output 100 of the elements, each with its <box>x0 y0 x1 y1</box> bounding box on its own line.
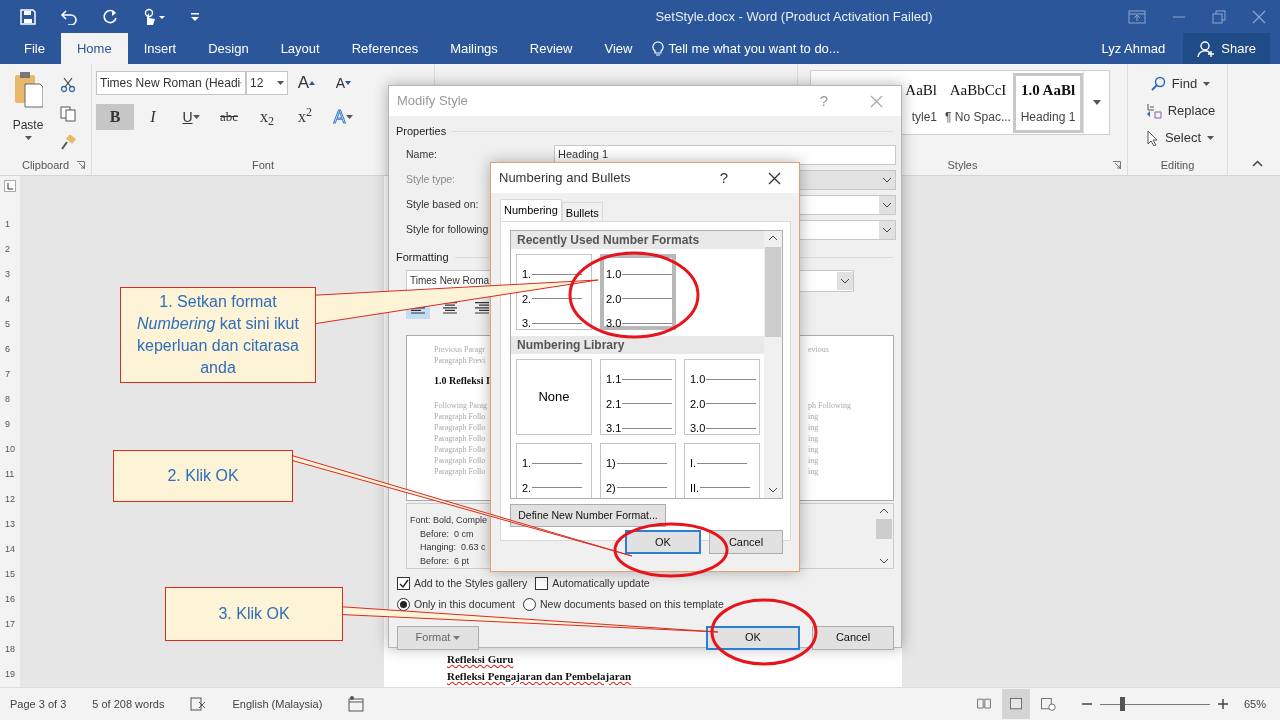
number-format-tile[interactable]: 1.1 2.1 3.1 <box>600 359 676 435</box>
ok-button[interactable]: OK <box>625 530 701 554</box>
scroll-down-icon[interactable] <box>768 487 779 493</box>
ruler-number: 9 <box>5 417 11 431</box>
touch-mode-icon[interactable] <box>142 7 166 26</box>
format-painter-icon[interactable] <box>60 134 76 151</box>
underline-button[interactable]: U <box>172 104 210 130</box>
script-button[interactable]: x$^{2}$ <box>286 104 324 130</box>
script-button[interactable]: x$_{2}$ <box>248 104 286 130</box>
ribbon-tab[interactable]: Design <box>192 33 265 64</box>
number-format-tile[interactable]: 1. 2. <box>516 443 592 498</box>
paste-button[interactable]: Paste <box>4 70 52 157</box>
dialog-tab[interactable]: Numbering <box>500 199 562 221</box>
preview-text: Previous Paragr <box>434 345 485 354</box>
find-button[interactable]: Find <box>1132 70 1223 97</box>
close-icon[interactable] <box>768 171 781 185</box>
font-name-dropdown[interactable]: Times New Roman (Headi <box>96 71 246 95</box>
help-button[interactable]: ? <box>713 165 734 191</box>
ribbon-tab[interactable]: Home <box>60 33 128 64</box>
macro-record-icon[interactable] <box>348 696 365 712</box>
input-field[interactable]: Heading 1 <box>554 144 896 165</box>
caret-icon <box>192 115 200 119</box>
ruler-number: 19 <box>5 667 15 681</box>
checkbox[interactable]: Automatically update <box>535 576 650 592</box>
italic-button[interactable]: I <box>134 104 172 130</box>
scrollbar-thumb[interactable] <box>765 247 782 337</box>
collapse-ribbon-icon[interactable] <box>1252 160 1263 167</box>
scroll-up-icon[interactable] <box>879 508 889 514</box>
grow-font-button[interactable]: A <box>288 70 325 96</box>
ribbon-tab[interactable]: Insert <box>127 33 193 64</box>
number-format-tile[interactable]: I. II. <box>684 443 760 498</box>
callout-text: 3. Klik OK <box>165 587 343 641</box>
ribbon-tab[interactable]: Mailings <box>434 33 514 64</box>
ok-button[interactable]: OK <box>706 625 800 650</box>
language-indicator[interactable]: English (Malaysia) <box>232 695 323 713</box>
scissors-icon[interactable] <box>60 76 76 93</box>
undo-icon[interactable] <box>60 8 78 25</box>
copy-icon[interactable] <box>60 105 76 122</box>
number-format-tile[interactable]: None <box>516 359 592 435</box>
preview-text: Paragraph Previ <box>434 356 486 365</box>
customize-caret-icon[interactable] <box>190 11 200 22</box>
tab-selector-icon[interactable] <box>4 180 16 192</box>
scrollbar-thumb[interactable] <box>876 519 892 539</box>
pointer-icon <box>1146 129 1159 146</box>
caret-icon <box>1203 81 1211 86</box>
callout-text: 1. Setkan format Numbering kat sini ikut keperluan dan citarasa anda <box>120 287 316 383</box>
checkbox[interactable]: Add to the Styles gallery <box>397 576 528 592</box>
strikethrough-button[interactable]: abc <box>210 104 248 130</box>
dialog-tab[interactable]: Bullets <box>561 202 603 221</box>
proofing-icon[interactable] <box>190 697 207 711</box>
font-size-dropdown[interactable]: 12 <box>246 71 288 95</box>
callout-text: 2. Klik OK <box>113 450 293 502</box>
ribbon-tab[interactable]: View <box>588 33 649 64</box>
view-button[interactable] <box>1001 689 1030 719</box>
dialog-launcher-icon[interactable] <box>77 161 85 169</box>
scroll-down-icon[interactable] <box>879 558 889 564</box>
ruler-number: 14 <box>5 542 15 556</box>
scroll-up-icon[interactable] <box>768 235 779 241</box>
number-format-tile[interactable]: 1.0 2.0 3.0 <box>684 359 760 435</box>
replace-button[interactable]: Replace <box>1132 97 1223 124</box>
preview-text: ing <box>808 455 819 466</box>
preview-text: Paragraph Follo <box>434 434 486 443</box>
more-styles-icon[interactable] <box>1092 100 1101 105</box>
replace-icon <box>1145 102 1162 119</box>
bold-button[interactable]: B <box>96 104 134 130</box>
number-format-tile[interactable]: 1) 2) <box>600 443 676 498</box>
zoom-in-icon[interactable] <box>1217 699 1228 709</box>
number-format-tile[interactable]: 1.0 2.0 3.0 <box>600 254 676 330</box>
ribbon-tab[interactable]: Review <box>513 33 589 64</box>
field-label: Style type: <box>406 172 456 185</box>
share-button[interactable]: Share <box>1183 33 1270 64</box>
select-button[interactable]: Select <box>1132 124 1223 151</box>
shrink-font-button[interactable]: A <box>325 70 362 96</box>
style-gallery-item[interactable]: 1.0 AaBl Heading 1 <box>1013 72 1083 133</box>
ruler-number: 7 <box>5 367 11 381</box>
up-caret-icon <box>309 81 316 85</box>
format-button[interactable]: Format <box>397 625 479 650</box>
cancel-button[interactable]: Cancel <box>812 625 894 650</box>
user-name[interactable]: Lyz Ahmad <box>1101 33 1184 64</box>
ruler-number: 13 <box>5 517 15 531</box>
page-count[interactable]: Page 3 of 3 <box>10 695 67 713</box>
ribbon-display-icon[interactable] <box>1128 9 1146 24</box>
save-icon[interactable] <box>20 8 36 25</box>
group-label: Editing <box>1160 157 1195 173</box>
define-format-button[interactable]: Define New Number Format... <box>510 504 666 527</box>
ribbon-tab[interactable]: File <box>8 33 61 64</box>
tell-me-field[interactable]: Tell me what you want to do... <box>652 33 840 64</box>
caret-icon <box>277 81 284 85</box>
ruler-number: 1 <box>5 217 11 231</box>
caret-icon <box>345 115 353 119</box>
zoom-level[interactable]: 65% <box>1243 695 1266 713</box>
redo-icon[interactable] <box>102 8 118 25</box>
dialog-launcher-icon[interactable] <box>1113 161 1121 169</box>
zoom-slider-thumb[interactable] <box>1119 697 1125 711</box>
group-label: Clipboard <box>21 157 70 173</box>
word-count[interactable]: 5 of 208 words <box>92 695 165 713</box>
ribbon-tab[interactable]: References <box>335 33 435 64</box>
cancel-button[interactable]: Cancel <box>709 530 783 554</box>
ribbon-tab[interactable]: Layout <box>264 33 336 64</box>
radio-button[interactable]: New documents based on this template <box>522 596 724 613</box>
